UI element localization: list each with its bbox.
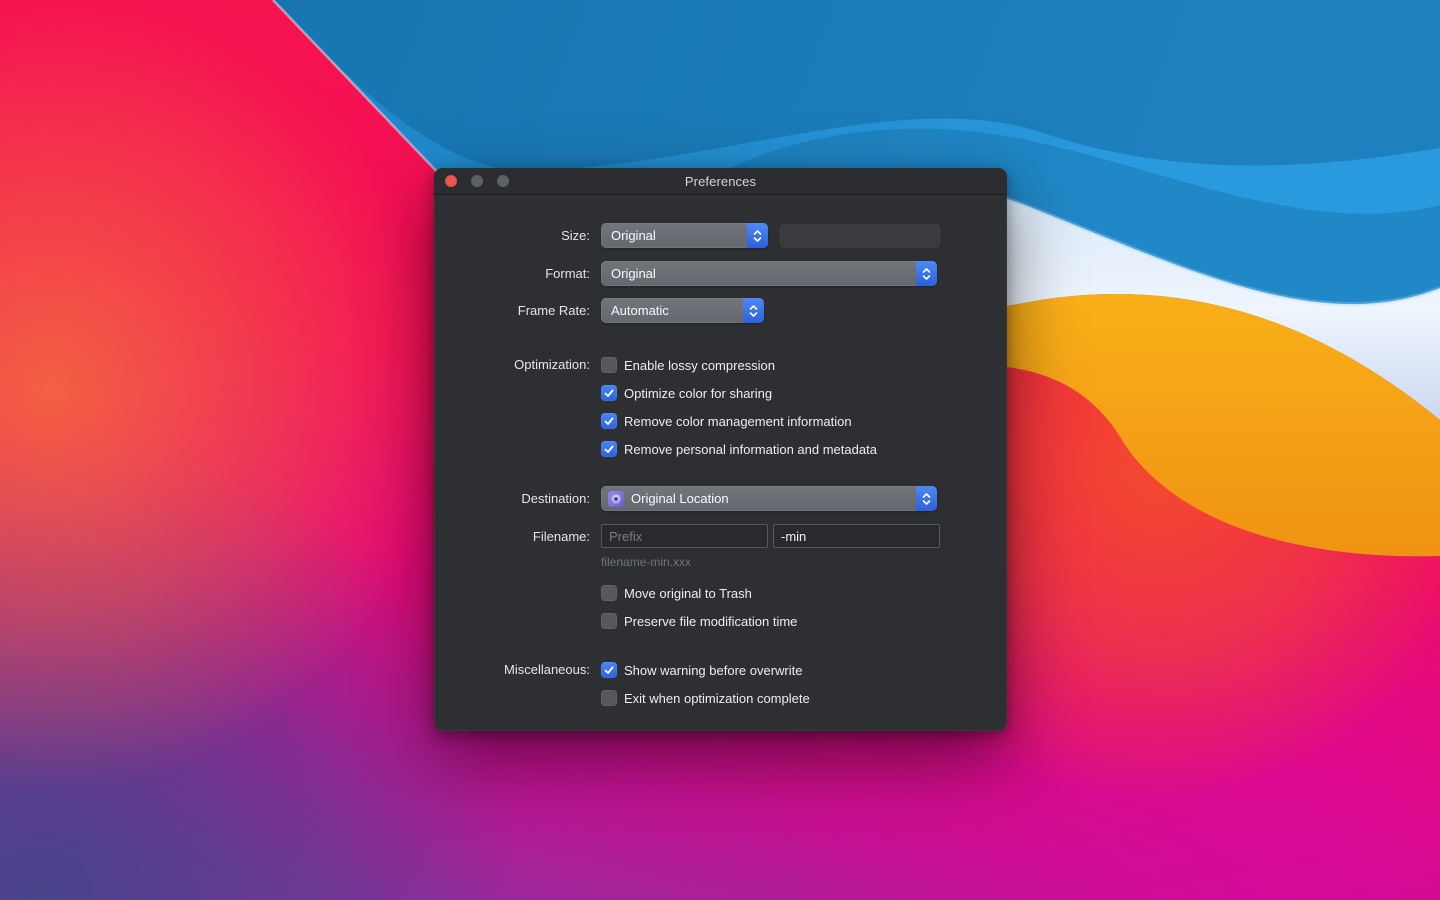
close-button[interactable]	[445, 175, 457, 187]
popup-chevrons-icon	[916, 486, 937, 511]
filename-label: Filename:	[434, 529, 590, 544]
filename-checkboxes: Move original to Trash Preserve file mod…	[601, 584, 797, 630]
checkbox-row: Show warning before overwrite	[601, 661, 810, 679]
checkbox-row: Optimize color for sharing	[601, 384, 877, 402]
miscellaneous-group: Miscellaneous: Show warning before overw…	[434, 661, 1007, 707]
traffic-lights	[434, 175, 509, 187]
optimization-checkboxes: Enable lossy compression Optimize color …	[601, 356, 877, 458]
exit-when-complete-checkbox[interactable]	[601, 690, 617, 706]
window-title: Preferences	[434, 174, 1007, 189]
minimize-button	[471, 175, 483, 187]
popup-chevrons-icon	[747, 223, 768, 248]
destination-row: Destination: Original Location	[434, 486, 1007, 511]
size-row: Size: Original	[434, 223, 1007, 248]
format-row: Format: Original	[434, 261, 1007, 286]
size-label: Size:	[434, 228, 590, 243]
original-location-app-icon	[608, 491, 624, 507]
checkmark-icon	[603, 415, 615, 427]
filename-hint-row: filename-min.xxx	[434, 555, 1007, 569]
size-popup[interactable]: Original	[601, 223, 768, 248]
checkbox-label[interactable]: Preserve file modification time	[624, 614, 797, 629]
titlebar[interactable]: Preferences	[434, 168, 1007, 195]
lossy-compression-checkbox[interactable]	[601, 357, 617, 373]
checkbox-label[interactable]: Move original to Trash	[624, 586, 752, 601]
checkbox-label[interactable]: Show warning before overwrite	[624, 663, 802, 678]
format-popup[interactable]: Original	[601, 261, 937, 286]
move-to-trash-checkbox[interactable]	[601, 585, 617, 601]
checkbox-label[interactable]: Remove color management information	[624, 414, 852, 429]
miscellaneous-checkboxes: Show warning before overwrite Exit when …	[601, 661, 810, 707]
checkbox-label[interactable]: Enable lossy compression	[624, 358, 775, 373]
checkbox-row: Remove color management information	[601, 412, 877, 430]
popup-chevrons-icon	[916, 261, 937, 286]
checkbox-row: Exit when optimization complete	[601, 689, 810, 707]
warn-before-overwrite-checkbox[interactable]	[601, 662, 617, 678]
size-custom-field	[780, 224, 940, 248]
checkbox-label[interactable]: Exit when optimization complete	[624, 691, 810, 706]
filename-row: Filename:	[434, 524, 1007, 548]
frame-rate-row: Frame Rate: Automatic	[434, 298, 1007, 323]
format-popup-value: Original	[611, 266, 656, 281]
filename-prefix-input[interactable]	[601, 524, 768, 548]
frame-rate-popup[interactable]: Automatic	[601, 298, 764, 323]
preferences-form: Size: Original Format: Original Frame Ra…	[434, 195, 1007, 707]
checkbox-label[interactable]: Optimize color for sharing	[624, 386, 772, 401]
filename-suffix-input[interactable]	[773, 524, 940, 548]
checkbox-row: Enable lossy compression	[601, 356, 877, 374]
checkbox-label[interactable]: Remove personal information and metadata	[624, 442, 877, 457]
preferences-window: Preferences Size: Original Format: Origi…	[434, 168, 1007, 731]
checkbox-row: Remove personal information and metadata	[601, 440, 877, 458]
miscellaneous-label: Miscellaneous:	[434, 661, 590, 679]
frame-rate-label: Frame Rate:	[434, 303, 590, 318]
destination-label: Destination:	[434, 491, 590, 506]
remove-personal-info-checkbox[interactable]	[601, 441, 617, 457]
preserve-modification-time-checkbox[interactable]	[601, 613, 617, 629]
frame-rate-popup-value: Automatic	[611, 303, 669, 318]
checkmark-icon	[603, 387, 615, 399]
checkbox-row: Preserve file modification time	[601, 612, 797, 630]
destination-popup[interactable]: Original Location	[601, 486, 937, 511]
checkmark-icon	[603, 443, 615, 455]
zoom-button	[497, 175, 509, 187]
checkbox-row: Move original to Trash	[601, 584, 797, 602]
destination-popup-value: Original Location	[631, 491, 729, 506]
filename-options-group: Move original to Trash Preserve file mod…	[434, 584, 1007, 630]
optimization-label: Optimization:	[434, 356, 590, 374]
remove-color-management-checkbox[interactable]	[601, 413, 617, 429]
popup-chevrons-icon	[743, 298, 764, 323]
optimization-group: Optimization: Enable lossy compression O…	[434, 356, 1007, 458]
optimize-color-checkbox[interactable]	[601, 385, 617, 401]
filename-pattern-hint: filename-min.xxx	[601, 555, 691, 569]
format-label: Format:	[434, 266, 590, 281]
checkmark-icon	[603, 664, 615, 676]
size-popup-value: Original	[611, 228, 656, 243]
